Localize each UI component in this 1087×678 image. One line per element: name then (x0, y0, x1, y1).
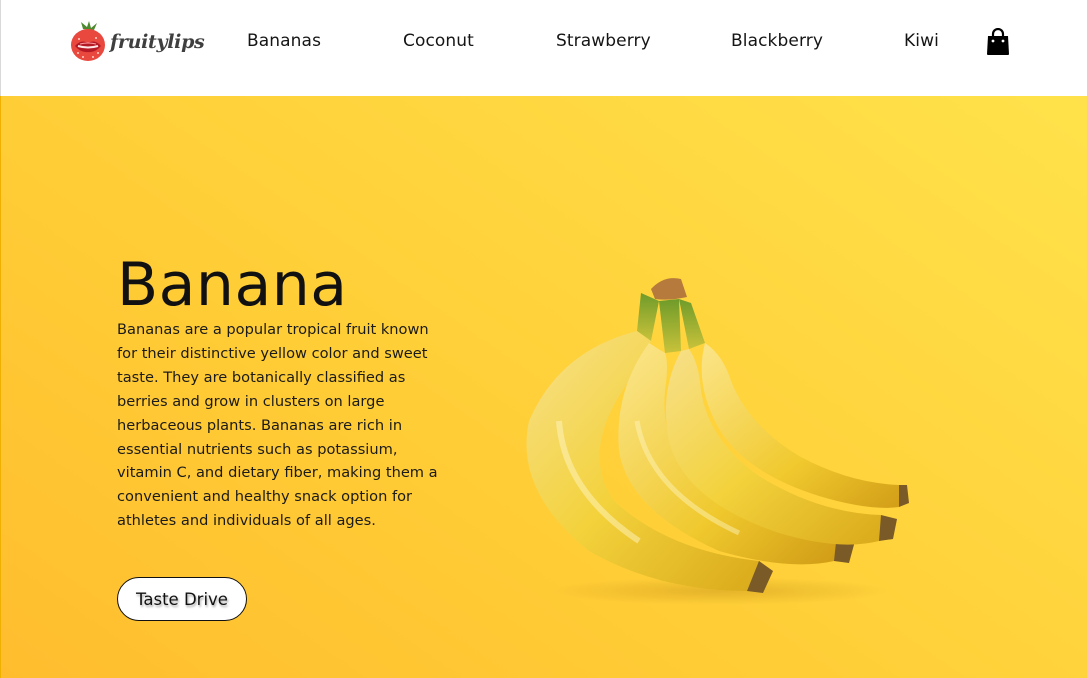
nav-link-strawberry[interactable]: Strawberry (556, 31, 651, 51)
nav-link-coconut[interactable]: Coconut (403, 31, 474, 51)
site-header: fruitylips Bananas Coconut Strawberry Bl… (0, 0, 1087, 96)
brand-logo[interactable]: fruitylips (69, 20, 205, 64)
hero-description: Bananas are a popular tropical fruit kno… (117, 321, 438, 530)
nav-link-blackberry[interactable]: Blackberry (731, 31, 823, 51)
hero-section: Banana Bananas are a popular tropical fr… (0, 96, 1087, 678)
nav-link-bananas[interactable]: Bananas (247, 31, 321, 51)
strawberry-lips-icon (71, 21, 105, 61)
taste-drive-button[interactable]: Taste Drive (117, 577, 247, 621)
shopping-bag-icon[interactable] (986, 28, 1010, 56)
banana-bunch-image (526, 278, 909, 605)
brand-name: fruitylips (110, 31, 205, 53)
hero-title: Banana (117, 250, 348, 320)
nav-link-kiwi[interactable]: Kiwi (904, 31, 939, 51)
